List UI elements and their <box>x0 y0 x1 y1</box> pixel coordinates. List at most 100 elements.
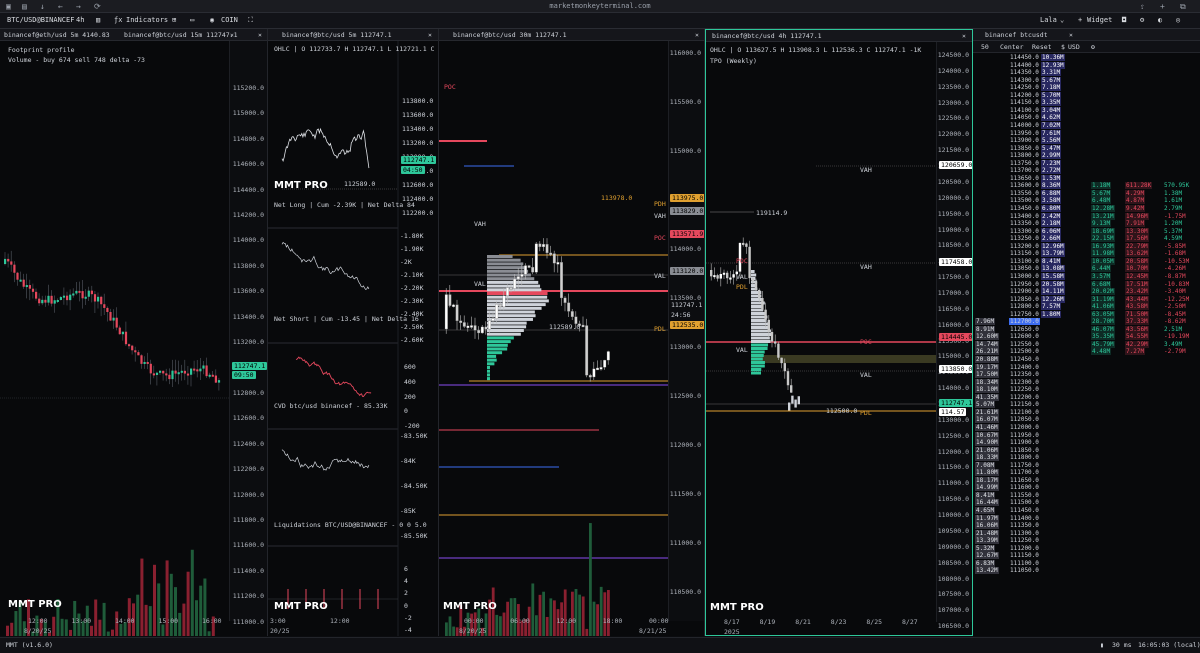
orderbook-row[interactable]: 113300.0 6.06M 18.69M 13.30M 5.37M <box>973 227 1191 235</box>
tab-overview-icon[interactable]: ⧉ <box>1180 2 1186 12</box>
orderbook-row[interactable]: 12.67M 111150.0 <box>973 552 1191 560</box>
orderbook-row[interactable]: 113050.0 13.08M 6.44M 10.70M -4.26M <box>973 265 1191 273</box>
reload-icon[interactable]: ⟳ <box>94 2 101 11</box>
orderbook-row[interactable]: 13.39M 111250.0 <box>973 537 1191 545</box>
orderbook-row[interactable]: 13.42M 111050.0 <box>973 567 1191 575</box>
orderbook-row[interactable]: 41.35M 112200.0 <box>973 393 1191 401</box>
orderbook-row[interactable]: 18.10M 112250.0 <box>973 386 1191 394</box>
price-axis[interactable]: 115200.0 115000.0 114800.0 114600.0 114400.0… <box>229 41 267 626</box>
share-icon[interactable]: ⇪ <box>1140 2 1145 11</box>
chart-panel-5m[interactable]: binancef@btc/usd 5m 112747.1 × OHLC | O … <box>268 29 439 636</box>
orderbook-row[interactable]: 14.99M 111600.0 <box>973 484 1191 492</box>
orderbook-row[interactable]: 113600.0 8.36M 1.18M 611.28K 570.95K <box>973 182 1191 190</box>
orderbook-row[interactable]: 112900.0 14.11M 20.02M 23.42M -3.40M <box>973 288 1191 296</box>
folder-icon[interactable]: ▭ <box>190 16 194 24</box>
center-button[interactable]: Center <box>1000 43 1023 51</box>
orderbook-row[interactable]: 8.41M 111550.0 <box>973 491 1191 499</box>
orderbook-row[interactable]: 7.96M 112700.0 28.70M 37.33M -8.62M <box>973 318 1191 326</box>
orderbook-row[interactable]: 14.74M 112550.0 45.79M 42.29M 3.49M <box>973 340 1191 348</box>
orderbook-row[interactable]: 113350.0 2.18M 9.13M 7.91M 1.20M <box>973 220 1191 228</box>
chart-panel-4h[interactable]: binancef@btc/usd 4h 112747.1 × 124500.0 1… <box>705 29 973 636</box>
timeframe-selector[interactable]: 4h <box>76 16 84 24</box>
settings-icon[interactable]: ⚙ <box>1091 43 1095 51</box>
orderbook-row[interactable]: 11.80M 111700.0 <box>973 469 1191 477</box>
orderbook-row[interactable]: 113550.0 6.88M 5.67M 4.29M 1.38M <box>973 189 1191 197</box>
user-menu[interactable]: Lala <box>1040 16 1057 24</box>
orderbook-row[interactable]: 114200.0 5.70M <box>973 91 1191 99</box>
orderbook-row[interactable]: 113900.0 5.56M <box>973 137 1191 145</box>
back-icon[interactable]: ← <box>58 2 63 11</box>
orderbook-row[interactable]: 16.06M 111350.0 <box>973 522 1191 530</box>
coin-button[interactable]: COIN <box>221 16 238 24</box>
orderbook-row[interactable]: 113450.0 6.80M 12.28M 9.42M 2.79M <box>973 205 1191 212</box>
orderbook-row[interactable]: 8.91M 112650.0 46.07M 43.56M 2.51M <box>973 325 1191 333</box>
orderbook-row[interactable]: 41.46M 112000.0 <box>973 423 1191 431</box>
orderbook-row[interactable]: 114300.0 5.67M <box>973 76 1191 84</box>
currency-selector[interactable]: USD <box>1068 43 1080 51</box>
layout-icon[interactable]: ⊞ <box>172 16 176 24</box>
price-axis[interactable]: 116000.0115500.0115000.0114500.0114000.0… <box>668 41 704 621</box>
tabs-icon[interactable]: ▤ <box>22 2 27 11</box>
orderbook-row[interactable]: 113000.0 15.58M 3.57M 12.45M -8.87M <box>973 272 1191 280</box>
orderbook-row[interactable]: 21.48M 111300.0 <box>973 529 1191 537</box>
orderbook-row[interactable]: 112800.0 7.57M 41.06M 43.58M -2.50M <box>973 303 1191 311</box>
orderbook-row[interactable]: 114000.0 7.02M <box>973 121 1191 129</box>
orderbook-row[interactable]: 113750.0 7.23M <box>973 159 1191 167</box>
orderbook-row[interactable]: 12.60M 112600.0 35.35M 54.55M -19.19M <box>973 333 1191 341</box>
orderbook-row[interactable]: 4.65M 111450.0 <box>973 507 1191 514</box>
orderbook-row[interactable]: 113850.0 5.47M <box>973 144 1191 152</box>
chart-panel-30m[interactable]: binancef@btc/usd 30m 112747.1 × 116000.0… <box>439 29 705 636</box>
reset-button[interactable]: Reset <box>1032 43 1052 51</box>
chart-panel-15m[interactable]: binancef@eth/usd 5m 4140.83 binancef@btc… <box>0 29 268 636</box>
camera-icon[interactable]: ◘ <box>1122 16 1126 24</box>
orderbook-row[interactable]: 18.17M 111650.0 <box>973 476 1191 484</box>
orderbook-row[interactable]: 18.34M 112300.0 <box>973 378 1191 386</box>
address-bar[interactable]: marketmonkeyterminal.com <box>500 2 700 10</box>
indicators-button[interactable]: Indicators <box>126 16 168 24</box>
new-tab-icon[interactable]: + <box>1160 2 1165 11</box>
orderbook-row[interactable]: 5.32M 111200.0 <box>973 544 1191 552</box>
orderbook-row[interactable]: 16.07M 112050.0 <box>973 416 1191 424</box>
orderbook-row[interactable]: 113200.0 12.96M 16.93M 22.79M -5.85M <box>973 242 1191 250</box>
orderbook-row[interactable]: 17.50M 112350.0 <box>973 371 1191 379</box>
orderbook-row[interactable]: 113800.0 2.99M <box>973 152 1191 160</box>
orderbook-row[interactable]: 20.88M 112450.0 <box>973 356 1191 363</box>
price-axis[interactable]: 124500.0 124000.0 123500.0 123000.0 122500.0… <box>936 42 972 630</box>
orderbook-row[interactable]: 114400.0 12.93M <box>973 61 1191 69</box>
account-icon[interactable]: ◎ <box>1176 16 1180 24</box>
orderbook-row[interactable]: 114350.0 3.31M <box>973 69 1191 77</box>
orderbook-row[interactable]: 114100.0 3.04M <box>973 106 1191 114</box>
orderbook-row[interactable]: 7.08M 111750.0 <box>973 461 1191 469</box>
widget-button[interactable]: Widget <box>1087 16 1112 24</box>
depth-size-selector[interactable]: 50 <box>981 43 989 51</box>
orderbook-row[interactable]: 16.44M 111500.0 <box>973 499 1191 507</box>
sidebar-icon[interactable]: ▣ <box>6 2 11 11</box>
fullscreen-icon[interactable]: ⛶ <box>248 16 253 25</box>
orderbook-row[interactable]: 6.83M 111100.0 <box>973 559 1191 567</box>
download-icon[interactable]: ↓ <box>40 2 45 11</box>
orderbook-row[interactable]: 113950.0 7.61M <box>973 129 1191 137</box>
orderbook-row[interactable]: 113150.0 13.79M 11.98M 13.62M -1.68M <box>973 250 1191 258</box>
tab-orderbook[interactable]: binancef btcusdt <box>985 31 1048 39</box>
orderbook-row[interactable]: 11.97M 111400.0 <box>973 514 1191 522</box>
theme-icon[interactable]: ◐ <box>1158 16 1162 24</box>
symbol-selector[interactable]: BTC/USD@BINANCEF <box>7 16 74 24</box>
orderbook-row[interactable]: 19.17M 112400.0 <box>973 363 1191 371</box>
orderbook-row[interactable]: 14.90M 111900.0 <box>973 439 1191 447</box>
close-icon[interactable]: × <box>1069 31 1073 39</box>
orderbook-row[interactable]: 114150.0 3.35M <box>973 99 1191 107</box>
orderbook-row[interactable]: 112750.0 1.80M 63.05M 71.50M -8.45M <box>973 310 1191 318</box>
orderbook-panel[interactable]: binancef btcusdt × 50 Center Reset $ USD… <box>973 29 1200 636</box>
orderbook-row[interactable]: 114450.0 10.36M <box>973 54 1191 61</box>
orderbook-row[interactable]: 113700.0 2.72M <box>973 167 1191 175</box>
orderbook-row[interactable]: 114250.0 7.18M <box>973 84 1191 92</box>
orderbook-row[interactable]: 5.07M 112150.0 <box>973 401 1191 409</box>
orderbook-row[interactable]: 21.06M 111850.0 <box>973 446 1191 454</box>
orderbook-row[interactable]: 113500.0 3.58M 6.48M 4.87M 1.61M <box>973 197 1191 205</box>
orderbook-row[interactable]: 10.67M 111950.0 <box>973 431 1191 439</box>
orderbook-row[interactable]: 26.21M 112500.0 4.48M 7.27M -2.79M <box>973 348 1191 356</box>
forward-icon[interactable]: → <box>76 2 81 11</box>
orderbook-row[interactable]: 18.33M 111800.0 <box>973 454 1191 462</box>
orderbook-row[interactable]: 113650.0 1.53M <box>973 174 1191 182</box>
orderbook-row[interactable]: 21.61M 112100.0 <box>973 408 1191 416</box>
